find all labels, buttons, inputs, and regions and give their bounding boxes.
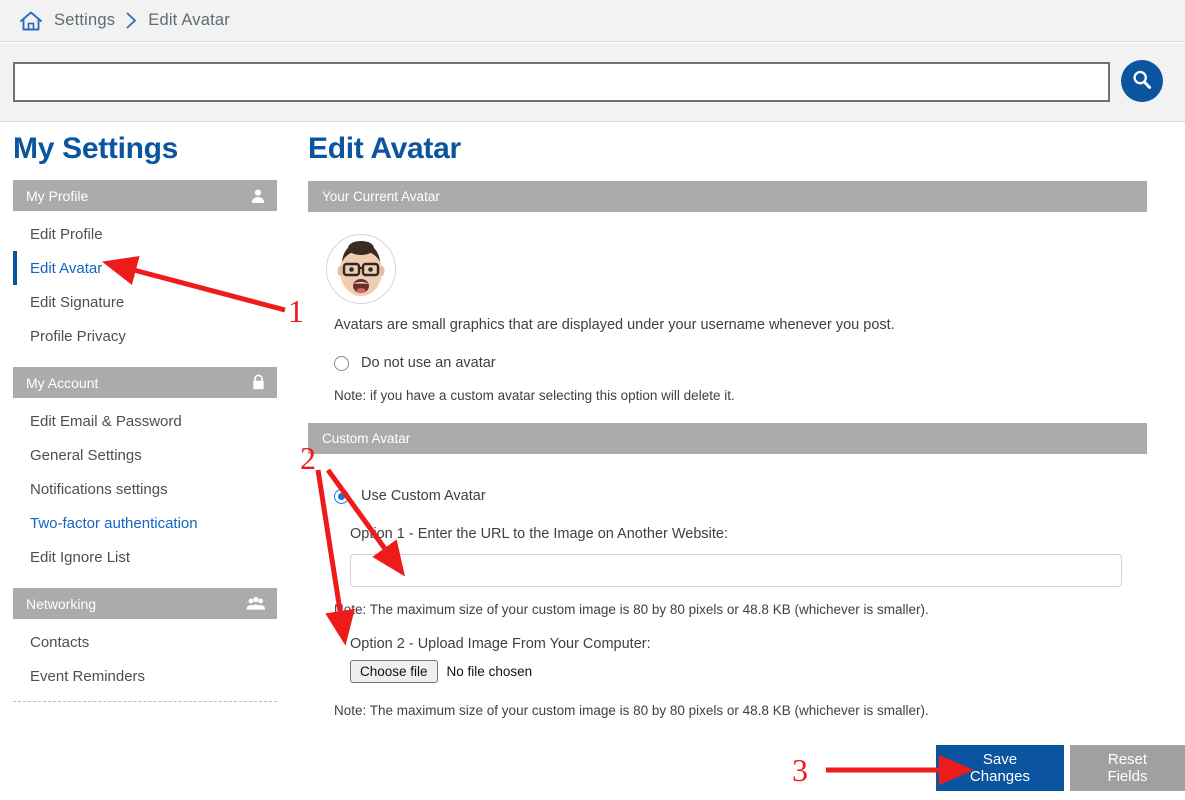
sidebar-item-edit-ignore-list[interactable]: Edit Ignore List [13, 540, 277, 574]
option1-label: Option 1 - Enter the URL to the Image on… [350, 526, 729, 542]
action-button-row: Save Changes Reset Fields [936, 745, 1185, 791]
sidebar-section-my-profile: My Profile [13, 180, 277, 211]
breadcrumb-item-edit-avatar[interactable]: Edit Avatar [148, 11, 230, 30]
panel-header-label: Custom Avatar [322, 431, 411, 446]
use-custom-avatar-radio-label[interactable]: Use Custom Avatar [361, 488, 486, 504]
sidebar-section-label: Networking [26, 595, 97, 612]
main-content: Edit Avatar Your Current Avatar Avatars … [308, 122, 1168, 718]
sidebar-item-label: Notifications settings [30, 480, 168, 498]
sidebar-list-my-profile: Edit Profile Edit Avatar Edit Signature … [0, 217, 300, 353]
search-button[interactable] [1121, 60, 1163, 102]
panel-header-custom-avatar: Custom Avatar [308, 423, 1147, 454]
file-status-label: No file chosen [446, 664, 533, 679]
option1-note: Note: The maximum size of your custom im… [334, 602, 929, 617]
sidebar-item-edit-avatar[interactable]: Edit Avatar [13, 251, 277, 285]
page-title: Edit Avatar [308, 132, 461, 165]
panel-header-current-avatar: Your Current Avatar [308, 181, 1147, 212]
sidebar-item-edit-email-password[interactable]: Edit Email & Password [13, 404, 277, 438]
sidebar-item-label: Contacts [30, 633, 90, 651]
panel-header-label: Your Current Avatar [322, 189, 440, 204]
sidebar-item-label: Profile Privacy [30, 327, 126, 345]
avatar-url-input[interactable] [350, 554, 1122, 587]
sidebar-list-my-account: Edit Email & Password General Settings N… [0, 404, 300, 574]
no-avatar-radio-label[interactable]: Do not use an avatar [361, 355, 496, 371]
sidebar-item-label: Two-factor authentication [30, 514, 198, 532]
sidebar-section-networking: Networking [13, 588, 277, 619]
sidebar-item-notifications-settings[interactable]: Notifications settings [13, 472, 277, 506]
sidebar-item-contacts[interactable]: Contacts [13, 625, 277, 659]
no-avatar-radio[interactable] [334, 355, 349, 371]
sidebar-item-label: Edit Avatar [30, 259, 103, 277]
no-avatar-radio-row[interactable]: Do not use an avatar [334, 355, 1168, 371]
use-custom-avatar-radio-row[interactable]: Use Custom Avatar [334, 488, 1168, 504]
option2-note: Note: The maximum size of your custom im… [334, 703, 929, 718]
search-bar [0, 43, 1185, 122]
no-avatar-note: Note: if you have a custom avatar select… [334, 388, 735, 403]
sidebar-item-label: Edit Email & Password [30, 412, 182, 430]
user-icon [250, 188, 266, 204]
breadcrumb: Settings Edit Avatar [0, 0, 1185, 42]
page-root: Settings Edit Avatar My Settings My Prof… [0, 0, 1185, 800]
avatar-description: Avatars are small graphics that are disp… [334, 317, 895, 333]
sidebar-item-label: Edit Ignore List [30, 548, 131, 566]
home-icon[interactable] [18, 9, 44, 33]
lock-icon [251, 374, 266, 391]
sidebar-divider [13, 701, 277, 702]
chevron-right-icon [126, 12, 137, 29]
sidebar-item-label: Edit Profile [30, 225, 103, 243]
sidebar-item-label: Edit Signature [30, 293, 125, 311]
sidebar-item-label: Event Reminders [30, 667, 146, 685]
sidebar-title: My Settings [13, 132, 179, 165]
annotation-marker-3: 3 [792, 752, 808, 788]
save-changes-button[interactable]: Save Changes [936, 745, 1064, 791]
sidebar-item-event-reminders[interactable]: Event Reminders [13, 659, 277, 693]
group-icon [246, 596, 266, 611]
breadcrumb-item-settings[interactable]: Settings [54, 11, 115, 30]
sidebar: My Settings My Profile Edit Profile Edit… [0, 122, 300, 702]
sidebar-item-profile-privacy[interactable]: Profile Privacy [13, 319, 277, 353]
file-upload-row[interactable]: Choose file No file chosen [350, 660, 1168, 683]
sidebar-item-two-factor-authentication[interactable]: Two-factor authentication [13, 506, 277, 540]
sidebar-item-edit-profile[interactable]: Edit Profile [13, 217, 277, 251]
search-icon [1130, 68, 1154, 95]
avatar-face-icon [326, 234, 396, 304]
sidebar-list-networking: Contacts Event Reminders [0, 625, 300, 693]
sidebar-section-label: My Account [26, 374, 99, 391]
sidebar-section-my-account: My Account [13, 367, 277, 398]
choose-file-button[interactable]: Choose file [350, 660, 438, 683]
sidebar-item-edit-signature[interactable]: Edit Signature [13, 285, 277, 319]
sidebar-item-label: General Settings [30, 446, 142, 464]
avatar-wrap [326, 234, 1168, 304]
reset-fields-button[interactable]: Reset Fields [1069, 745, 1185, 791]
sidebar-item-general-settings[interactable]: General Settings [13, 438, 277, 472]
search-input[interactable] [13, 62, 1110, 102]
sidebar-section-label: My Profile [26, 187, 89, 204]
option2-label: Option 2 - Upload Image From Your Comput… [350, 636, 651, 652]
use-custom-avatar-radio[interactable] [334, 488, 349, 504]
